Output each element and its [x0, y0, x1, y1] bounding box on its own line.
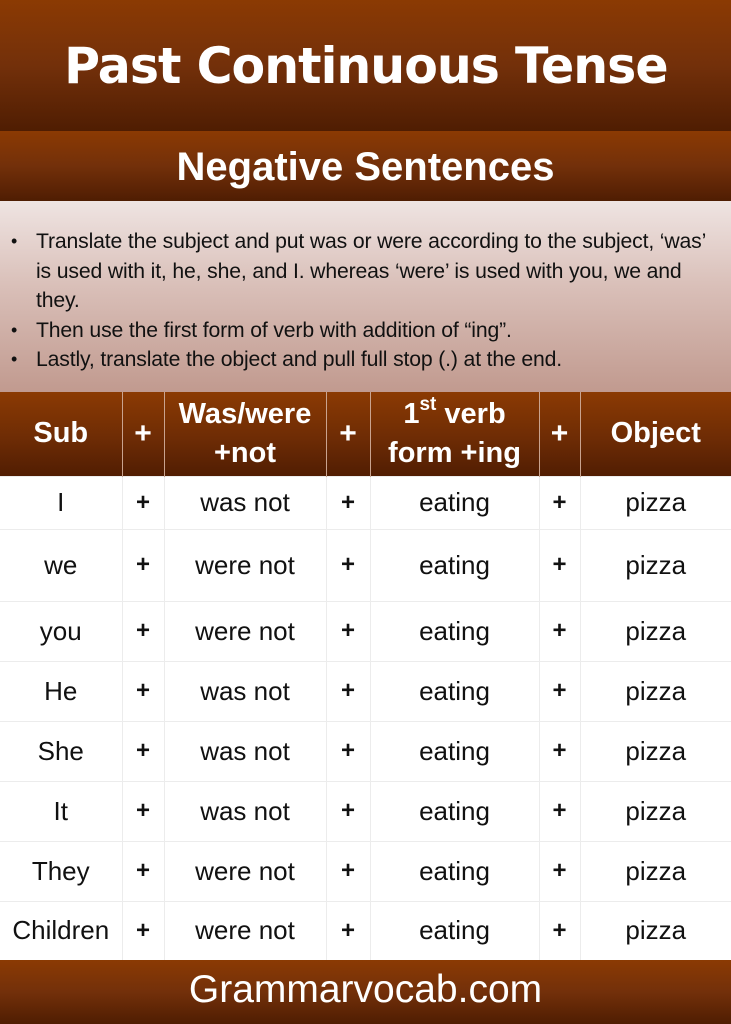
table-header-row: Sub + Was/were +not + 1st verb form +ing… — [0, 392, 731, 476]
cell-auxiliary: was not — [163, 660, 327, 722]
cell-subject: They — [0, 840, 123, 902]
cell-object: pizza — [579, 660, 731, 722]
verb-header-number: 1 — [403, 397, 420, 430]
cell-plus: + — [538, 840, 581, 902]
cell-plus: + — [325, 840, 371, 902]
cell-plus: + — [121, 780, 165, 842]
cell-auxiliary: were not — [163, 528, 327, 602]
column-header-plus: + — [538, 392, 581, 476]
cell-plus: + — [325, 475, 371, 530]
cell-plus: + — [325, 660, 371, 722]
table-row: It + was not + eating + pizza — [0, 780, 731, 842]
cell-plus: + — [538, 528, 581, 602]
table-row: I + was not + eating + pizza — [0, 475, 731, 530]
cell-plus: + — [121, 660, 165, 722]
column-header-plus: + — [325, 392, 371, 476]
cell-object: pizza — [579, 475, 731, 530]
cell-verb: eating — [369, 475, 540, 530]
instruction-item: • Lastly, translate the object and pull … — [8, 345, 711, 375]
cell-plus: + — [538, 720, 581, 782]
sentence-structure-table-wrapper: Sub + Was/were +not + 1st verb form +ing… — [0, 392, 731, 961]
cell-verb: eating — [369, 780, 540, 842]
instruction-item: • Translate the subject and put was or w… — [8, 227, 711, 316]
cell-auxiliary: was not — [163, 720, 327, 782]
cell-object: pizza — [579, 900, 731, 961]
aux-header-line1: Was/were — [178, 397, 312, 430]
column-header-plus: + — [121, 392, 165, 476]
table-row: Children + were not + eating + pizza — [0, 900, 731, 961]
page-subtitle: Negative Sentences — [176, 144, 555, 189]
cell-verb: eating — [369, 600, 540, 662]
sentence-structure-table: Sub + Was/were +not + 1st verb form +ing… — [0, 392, 731, 961]
cell-plus: + — [538, 780, 581, 842]
column-header-object: Object — [579, 392, 731, 476]
cell-verb: eating — [369, 528, 540, 602]
cell-verb: eating — [369, 840, 540, 902]
column-header-verb: 1st verb form +ing — [369, 392, 540, 476]
site-name: Grammarvocab.com — [188, 968, 543, 1011]
cell-auxiliary: were not — [163, 600, 327, 662]
column-header-subject: Sub — [0, 392, 123, 476]
cell-plus: + — [538, 475, 581, 530]
cell-plus: + — [121, 900, 165, 961]
instruction-text: Lastly, translate the object and pull fu… — [36, 348, 563, 371]
cell-object: pizza — [579, 528, 731, 602]
cell-plus: + — [121, 600, 165, 662]
cell-subject: Children — [0, 900, 123, 961]
cell-plus: + — [121, 840, 165, 902]
title-banner: Past Continuous Tense — [0, 0, 731, 131]
cell-plus: + — [538, 600, 581, 662]
table-row: we + were not + eating + pizza — [0, 528, 731, 602]
cell-subject: you — [0, 600, 123, 662]
footer-banner: Grammarvocab.com — [0, 960, 731, 1024]
cell-plus: + — [121, 475, 165, 530]
cell-object: pizza — [579, 840, 731, 902]
cell-verb: eating — [369, 720, 540, 782]
table-row: She + was not + eating + pizza — [0, 720, 731, 782]
cell-plus: + — [121, 528, 165, 602]
cell-plus: + — [121, 720, 165, 782]
cell-plus: + — [325, 900, 371, 961]
aux-header-line2: +not — [213, 436, 277, 469]
instruction-text: Then use the first form of verb with add… — [36, 318, 512, 342]
cell-auxiliary: were not — [163, 900, 327, 961]
verb-header-line1: verb — [436, 397, 506, 430]
cell-verb: eating — [369, 660, 540, 722]
cell-object: pizza — [579, 720, 731, 782]
table-body: I + was not + eating + pizza we + were not + eating… — [0, 475, 731, 961]
cell-plus: + — [325, 600, 371, 662]
cell-object: pizza — [579, 600, 731, 662]
table-row: you + were not + eating + pizza — [0, 600, 731, 662]
bullet-icon: • — [11, 319, 18, 340]
subtitle-banner: Negative Sentences — [0, 131, 731, 201]
cell-subject: we — [0, 528, 123, 602]
cell-subject: I — [0, 475, 123, 530]
page-title: Past Continuous Tense — [63, 36, 668, 95]
table-row: He + was not + eating + pizza — [0, 660, 731, 722]
bullet-icon: • — [11, 349, 18, 369]
cell-subject: He — [0, 660, 123, 722]
cell-subject: It — [0, 780, 123, 842]
cell-plus: + — [325, 720, 371, 782]
cell-auxiliary: were not — [163, 840, 327, 902]
cell-subject: She — [0, 720, 123, 782]
cell-auxiliary: was not — [163, 780, 327, 842]
cell-plus: + — [325, 780, 371, 842]
table-row: They + were not + eating + pizza — [0, 840, 731, 902]
instruction-item: • Then use the first form of verb with a… — [8, 316, 711, 346]
cell-plus: + — [538, 660, 581, 722]
column-header-auxiliary: Was/were +not — [163, 392, 327, 476]
verb-header-line2: form +ing — [388, 436, 521, 469]
instruction-text: Translate the subject and put was or wer… — [36, 230, 706, 312]
bullet-icon: • — [11, 231, 18, 251]
cell-plus: + — [538, 900, 581, 961]
cell-plus: + — [325, 528, 371, 602]
instruction-list: • Translate the subject and put was or w… — [8, 227, 711, 375]
cell-verb: eating — [369, 900, 540, 961]
cell-object: pizza — [579, 780, 731, 842]
instructions-panel: • Translate the subject and put was or w… — [0, 201, 731, 392]
verb-header-ordinal: st — [419, 394, 437, 416]
cell-auxiliary: was not — [163, 475, 327, 530]
